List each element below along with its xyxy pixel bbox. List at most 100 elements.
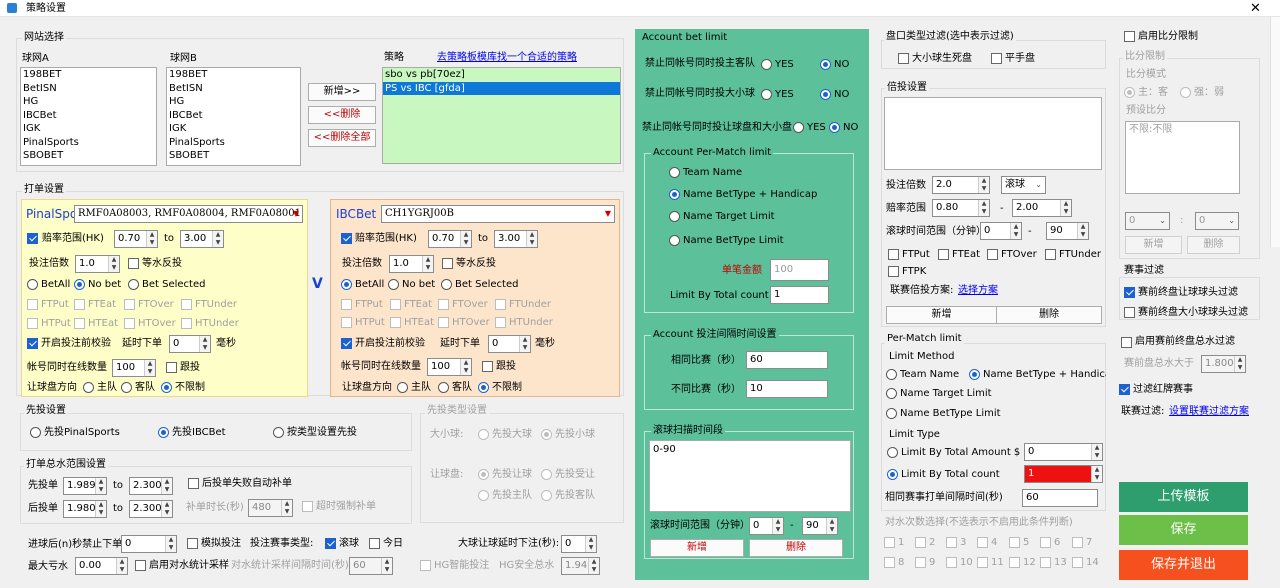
- water-count-checkbox[interactable]: [946, 537, 957, 548]
- pm-team-radio[interactable]: [669, 167, 680, 178]
- right-odds-to[interactable]: 3.00 ▲ ▼: [494, 230, 538, 248]
- bet-odds-from[interactable]: 0.80 ▲ ▼: [932, 199, 990, 217]
- right-equal-water-checkbox[interactable]: [442, 258, 453, 269]
- preset-score-list[interactable]: 不限:不限: [1125, 121, 1240, 194]
- diff-match-input[interactable]: 10: [746, 380, 828, 398]
- first-take-radio[interactable]: [541, 469, 552, 480]
- first-away-radio[interactable]: [541, 490, 552, 501]
- left-hteat-checkbox[interactable]: [74, 318, 85, 329]
- bet-ftover-checkbox[interactable]: [987, 249, 998, 260]
- league-filter-link[interactable]: 设置联赛过滤方案: [1169, 406, 1249, 418]
- sample-interval[interactable]: 60 ▲ ▼: [349, 557, 393, 575]
- site-a-item[interactable]: IGK: [21, 122, 156, 136]
- save-button[interactable]: 保存: [1119, 515, 1248, 545]
- single-amount-input[interactable]: 100: [770, 259, 829, 281]
- site-b-item[interactable]: SBOBET: [167, 149, 300, 163]
- left-nobet-radio[interactable]: [74, 279, 85, 290]
- site-a-list[interactable]: 198BET BetISN HG IBCBet IGK PinalSports SBOBET: [20, 67, 157, 166]
- left-odds-from[interactable]: 0.70 ▲ ▼: [114, 230, 158, 248]
- flat-checkbox[interactable]: [991, 53, 1002, 64]
- same-match-interval-input[interactable]: 60: [1022, 489, 1098, 507]
- spin-arrows-icon[interactable]: ▲ ▼: [1091, 466, 1102, 482]
- sim-checkbox[interactable]: [187, 538, 198, 549]
- left-away-radio[interactable]: [121, 382, 132, 393]
- water-count-checkbox[interactable]: [915, 557, 926, 568]
- water-count-checkbox[interactable]: [1040, 557, 1051, 568]
- spin-arrows-icon[interactable]: ▲ ▼: [526, 231, 537, 247]
- right-online[interactable]: 100 ▲ ▼: [427, 358, 472, 376]
- right-accounts-select[interactable]: CH1YGRJ00B ▼: [381, 205, 615, 223]
- right-fteat-checkbox[interactable]: [390, 299, 401, 310]
- limit-q3-yes-radio[interactable]: [793, 122, 804, 133]
- scan-list[interactable]: 0-90: [649, 440, 851, 512]
- left-multiplier[interactable]: 1.0 ▲ ▼: [75, 255, 120, 273]
- right-home-radio[interactable]: [397, 382, 408, 393]
- left-equal-water-checkbox[interactable]: [128, 258, 139, 269]
- left-verify-checkbox[interactable]: [27, 338, 38, 349]
- site-a-item[interactable]: PinalSports: [21, 136, 156, 150]
- fill-time[interactable]: 480 ▲ ▼: [248, 499, 293, 517]
- pl-count[interactable]: 1 ▲ ▼: [1024, 465, 1103, 483]
- pl-amount[interactable]: 0 ▲ ▼: [1024, 443, 1103, 461]
- right-odds-from[interactable]: 0.70 ▲ ▼: [428, 230, 472, 248]
- site-a-item[interactable]: BetISN: [21, 82, 156, 96]
- strategy-item[interactable]: sbo vs pb[70ez]: [383, 68, 620, 82]
- spin-arrows-icon[interactable]: ▲ ▼: [978, 177, 989, 193]
- spin-arrows-icon[interactable]: ▲ ▼: [199, 336, 210, 352]
- left-home-radio[interactable]: [83, 382, 94, 393]
- force-fill-checkbox[interactable]: [302, 501, 313, 512]
- first-give-radio[interactable]: [478, 469, 489, 480]
- spin-arrows-icon[interactable]: ▲ ▼: [772, 518, 783, 534]
- spin-arrows-icon[interactable]: ▲ ▼: [1234, 356, 1245, 372]
- sample-checkbox[interactable]: [135, 560, 146, 571]
- spin-arrows-icon[interactable]: ▲ ▼: [1077, 223, 1088, 239]
- spin-arrows-icon[interactable]: ▲ ▼: [1060, 200, 1071, 216]
- strategy-item-selected[interactable]: PS vs IBC [gfda]: [383, 81, 620, 95]
- save-exit-button[interactable]: 保存并退出: [1119, 550, 1248, 580]
- bet-ftpk-checkbox[interactable]: [888, 266, 899, 277]
- first-small-radio[interactable]: [541, 429, 552, 440]
- right-verify-checkbox[interactable]: [341, 338, 352, 349]
- bet-time-to[interactable]: 90 ▲ ▼: [1046, 222, 1089, 240]
- spin-arrows-icon[interactable]: ▲ ▼: [460, 359, 471, 375]
- spin-arrows-icon[interactable]: ▲ ▼: [144, 360, 155, 376]
- water-first-to[interactable]: 2.300 ▲ ▼: [129, 477, 173, 495]
- water-count-checkbox[interactable]: [1009, 537, 1020, 548]
- spin-arrows-icon[interactable]: ▲ ▼: [116, 558, 127, 574]
- limit-q3-no-radio[interactable]: [829, 122, 840, 133]
- left-odds-to[interactable]: 3.00 ▲ ▼: [180, 230, 224, 248]
- right-ftunder-checkbox[interactable]: [495, 299, 506, 310]
- right-htover-checkbox[interactable]: [438, 317, 449, 328]
- spin-arrows-icon[interactable]: ▲ ▼: [108, 256, 119, 272]
- pm-target-radio[interactable]: [669, 211, 680, 222]
- spin-arrows-icon[interactable]: ▲ ▼: [826, 518, 837, 534]
- site-a-item[interactable]: SBOBET: [21, 149, 156, 163]
- site-a-item[interactable]: IBCBet: [21, 109, 156, 123]
- add-strategy-button[interactable]: 新增>>: [308, 83, 376, 101]
- spin-arrows-icon[interactable]: ▲ ▼: [161, 501, 172, 517]
- score-left-select[interactable]: 0 ⌄: [1125, 212, 1170, 230]
- bet-time-from[interactable]: 0 ▲ ▼: [980, 222, 1022, 240]
- bet-del-button[interactable]: 删除: [996, 306, 1102, 324]
- spin-arrows-icon[interactable]: ▲ ▼: [146, 231, 157, 247]
- scan-from[interactable]: 0 ▲ ▼: [749, 517, 784, 535]
- bet-odds-to[interactable]: 2.00 ▲ ▼: [1012, 199, 1072, 217]
- spin-arrows-icon[interactable]: ▲ ▼: [165, 536, 176, 552]
- site-b-item[interactable]: BetISN: [167, 82, 300, 96]
- right-hteat-checkbox[interactable]: [390, 317, 401, 328]
- score-right-select[interactable]: 0 ⌄: [1195, 212, 1239, 230]
- limit-q1-yes-radio[interactable]: [761, 59, 772, 70]
- pre-bigsmall-filter-checkbox[interactable]: [1124, 307, 1135, 318]
- limit-q2-yes-radio[interactable]: [761, 89, 772, 100]
- right-htunder-checkbox[interactable]: [495, 317, 506, 328]
- pm-bettype-handicap-radio[interactable]: [669, 189, 680, 200]
- site-b-list[interactable]: 198BET BetISN HG IBCBet IGK PinalSports SBOBET: [166, 67, 301, 166]
- scan-del-button[interactable]: 删除: [749, 539, 843, 557]
- spin-arrows-icon[interactable]: ▲ ▼: [422, 256, 433, 272]
- left-htput-checkbox[interactable]: [27, 318, 38, 329]
- spin-arrows-icon[interactable]: ▲ ▼: [978, 200, 989, 216]
- right-ftput-checkbox[interactable]: [341, 299, 352, 310]
- water-count-checkbox[interactable]: [977, 537, 988, 548]
- site-b-item[interactable]: PinalSports: [167, 136, 300, 150]
- bet-ftput-checkbox[interactable]: [888, 249, 899, 260]
